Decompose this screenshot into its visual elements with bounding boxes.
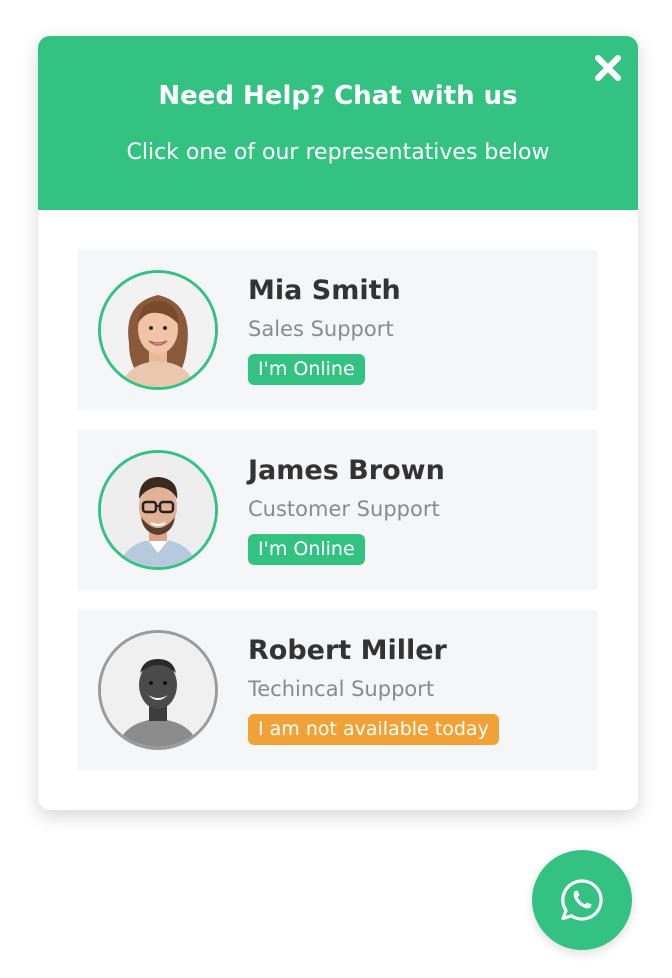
close-button[interactable]: [590, 50, 626, 86]
agent-role: Customer Support: [248, 497, 440, 521]
header-subtitle: Click one of our representatives below: [126, 140, 550, 165]
status-badge: I am not available today: [248, 714, 499, 745]
avatar: [98, 630, 218, 750]
header-title: Need Help? Chat with us: [158, 81, 518, 111]
agent-name: Mia Smith: [248, 275, 401, 306]
agent-card-james-brown[interactable]: James Brown Customer Support I'm Online: [78, 430, 598, 590]
status-badge: I'm Online: [248, 534, 365, 565]
close-icon: [595, 55, 621, 81]
agent-name: Robert Miller: [248, 635, 447, 666]
agent-role: Techincal Support: [248, 677, 435, 701]
agent-name: James Brown: [248, 455, 445, 486]
status-badge: I'm Online: [248, 354, 365, 385]
agent-card-mia-smith[interactable]: Mia Smith Sales Support I'm Online: [78, 250, 598, 410]
chat-widget: Need Help? Chat with us Click one of our…: [38, 36, 638, 810]
whatsapp-launcher-button[interactable]: [532, 850, 632, 950]
agent-card-robert-miller[interactable]: Robert Miller Techincal Support I am not…: [78, 610, 598, 770]
whatsapp-icon: [561, 879, 603, 921]
avatar: [98, 270, 218, 390]
agent-role: Sales Support: [248, 317, 394, 341]
avatar: [98, 450, 218, 570]
widget-header: Need Help? Chat with us Click one of our…: [38, 36, 638, 210]
